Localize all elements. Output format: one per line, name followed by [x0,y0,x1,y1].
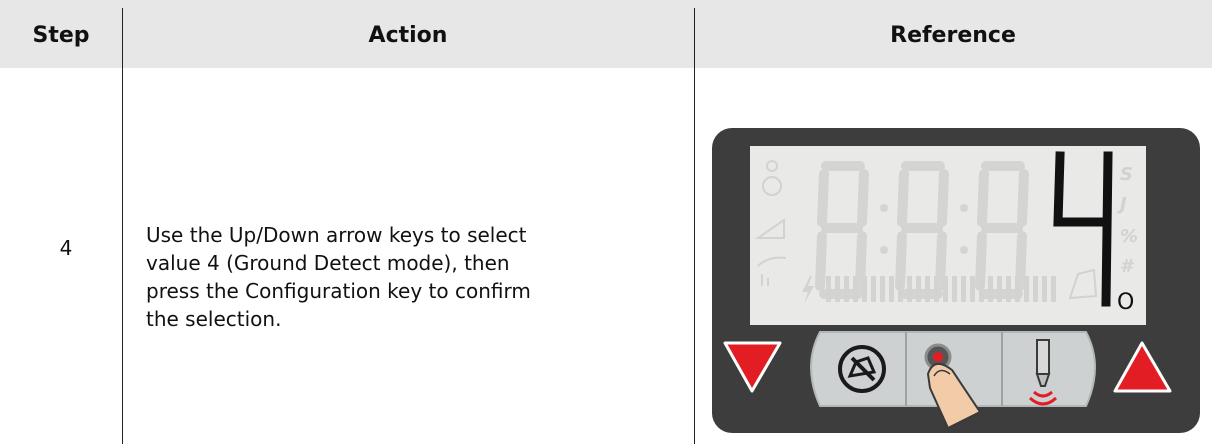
column-divider [122,8,123,444]
lcd-bar-segment [871,276,876,302]
lcd-bar-segment [826,276,831,302]
lcd-bar-segment [943,276,948,302]
action-line: Use the Up/Down arrow keys to select [146,223,527,247]
lcd-bar-segment [952,276,957,302]
lcd-bar-segment [961,276,966,302]
lcd-bar-segment [889,276,894,302]
column-header-action: Action [368,23,448,48]
lcd-bar-segment [979,276,984,302]
lcd-indicator: O [1117,290,1134,315]
lcd-bar-segment [853,276,858,302]
column-divider [694,8,695,444]
unit-glyph: S [1120,164,1133,185]
reference-control-panel-image: S J % # O [712,128,1200,433]
lcd-bar-segment [1033,276,1038,302]
lcd-bar-segment [970,276,975,302]
step-number: 4 [59,236,73,260]
lcd-bar-segment [880,276,885,302]
lcd-bar-segment [1006,276,1011,302]
lcd-bar-segment [925,276,930,302]
unit-glyph: % [1120,226,1138,247]
lcd-bar-segment [934,276,939,302]
action-line: the selection. [146,307,282,331]
lcd-bar-segment [898,276,903,302]
lcd-bar-segment [1024,276,1029,302]
lcd-bar-segment [862,276,867,302]
lcd-bar-segment [835,276,840,302]
lcd-bar-segment [1042,276,1047,302]
column-header-step: Step [32,23,90,48]
lcd-bar-segment [916,276,921,302]
lcd-bar-segment [1015,276,1020,302]
lcd-bar-segment [997,276,1002,302]
action-line: value 4 (Ground Detect mode), then [146,251,510,275]
lcd-bar-segment [1051,276,1056,302]
lcd-bar-segment [988,276,993,302]
column-header-reference: Reference [890,23,1016,48]
lcd-bar-segment [844,276,849,302]
lcd-bar-segment [907,276,912,302]
action-line: press the Configuration key to confirm [146,279,531,303]
action-description: Use the Up/Down arrow keys to select val… [146,221,686,333]
